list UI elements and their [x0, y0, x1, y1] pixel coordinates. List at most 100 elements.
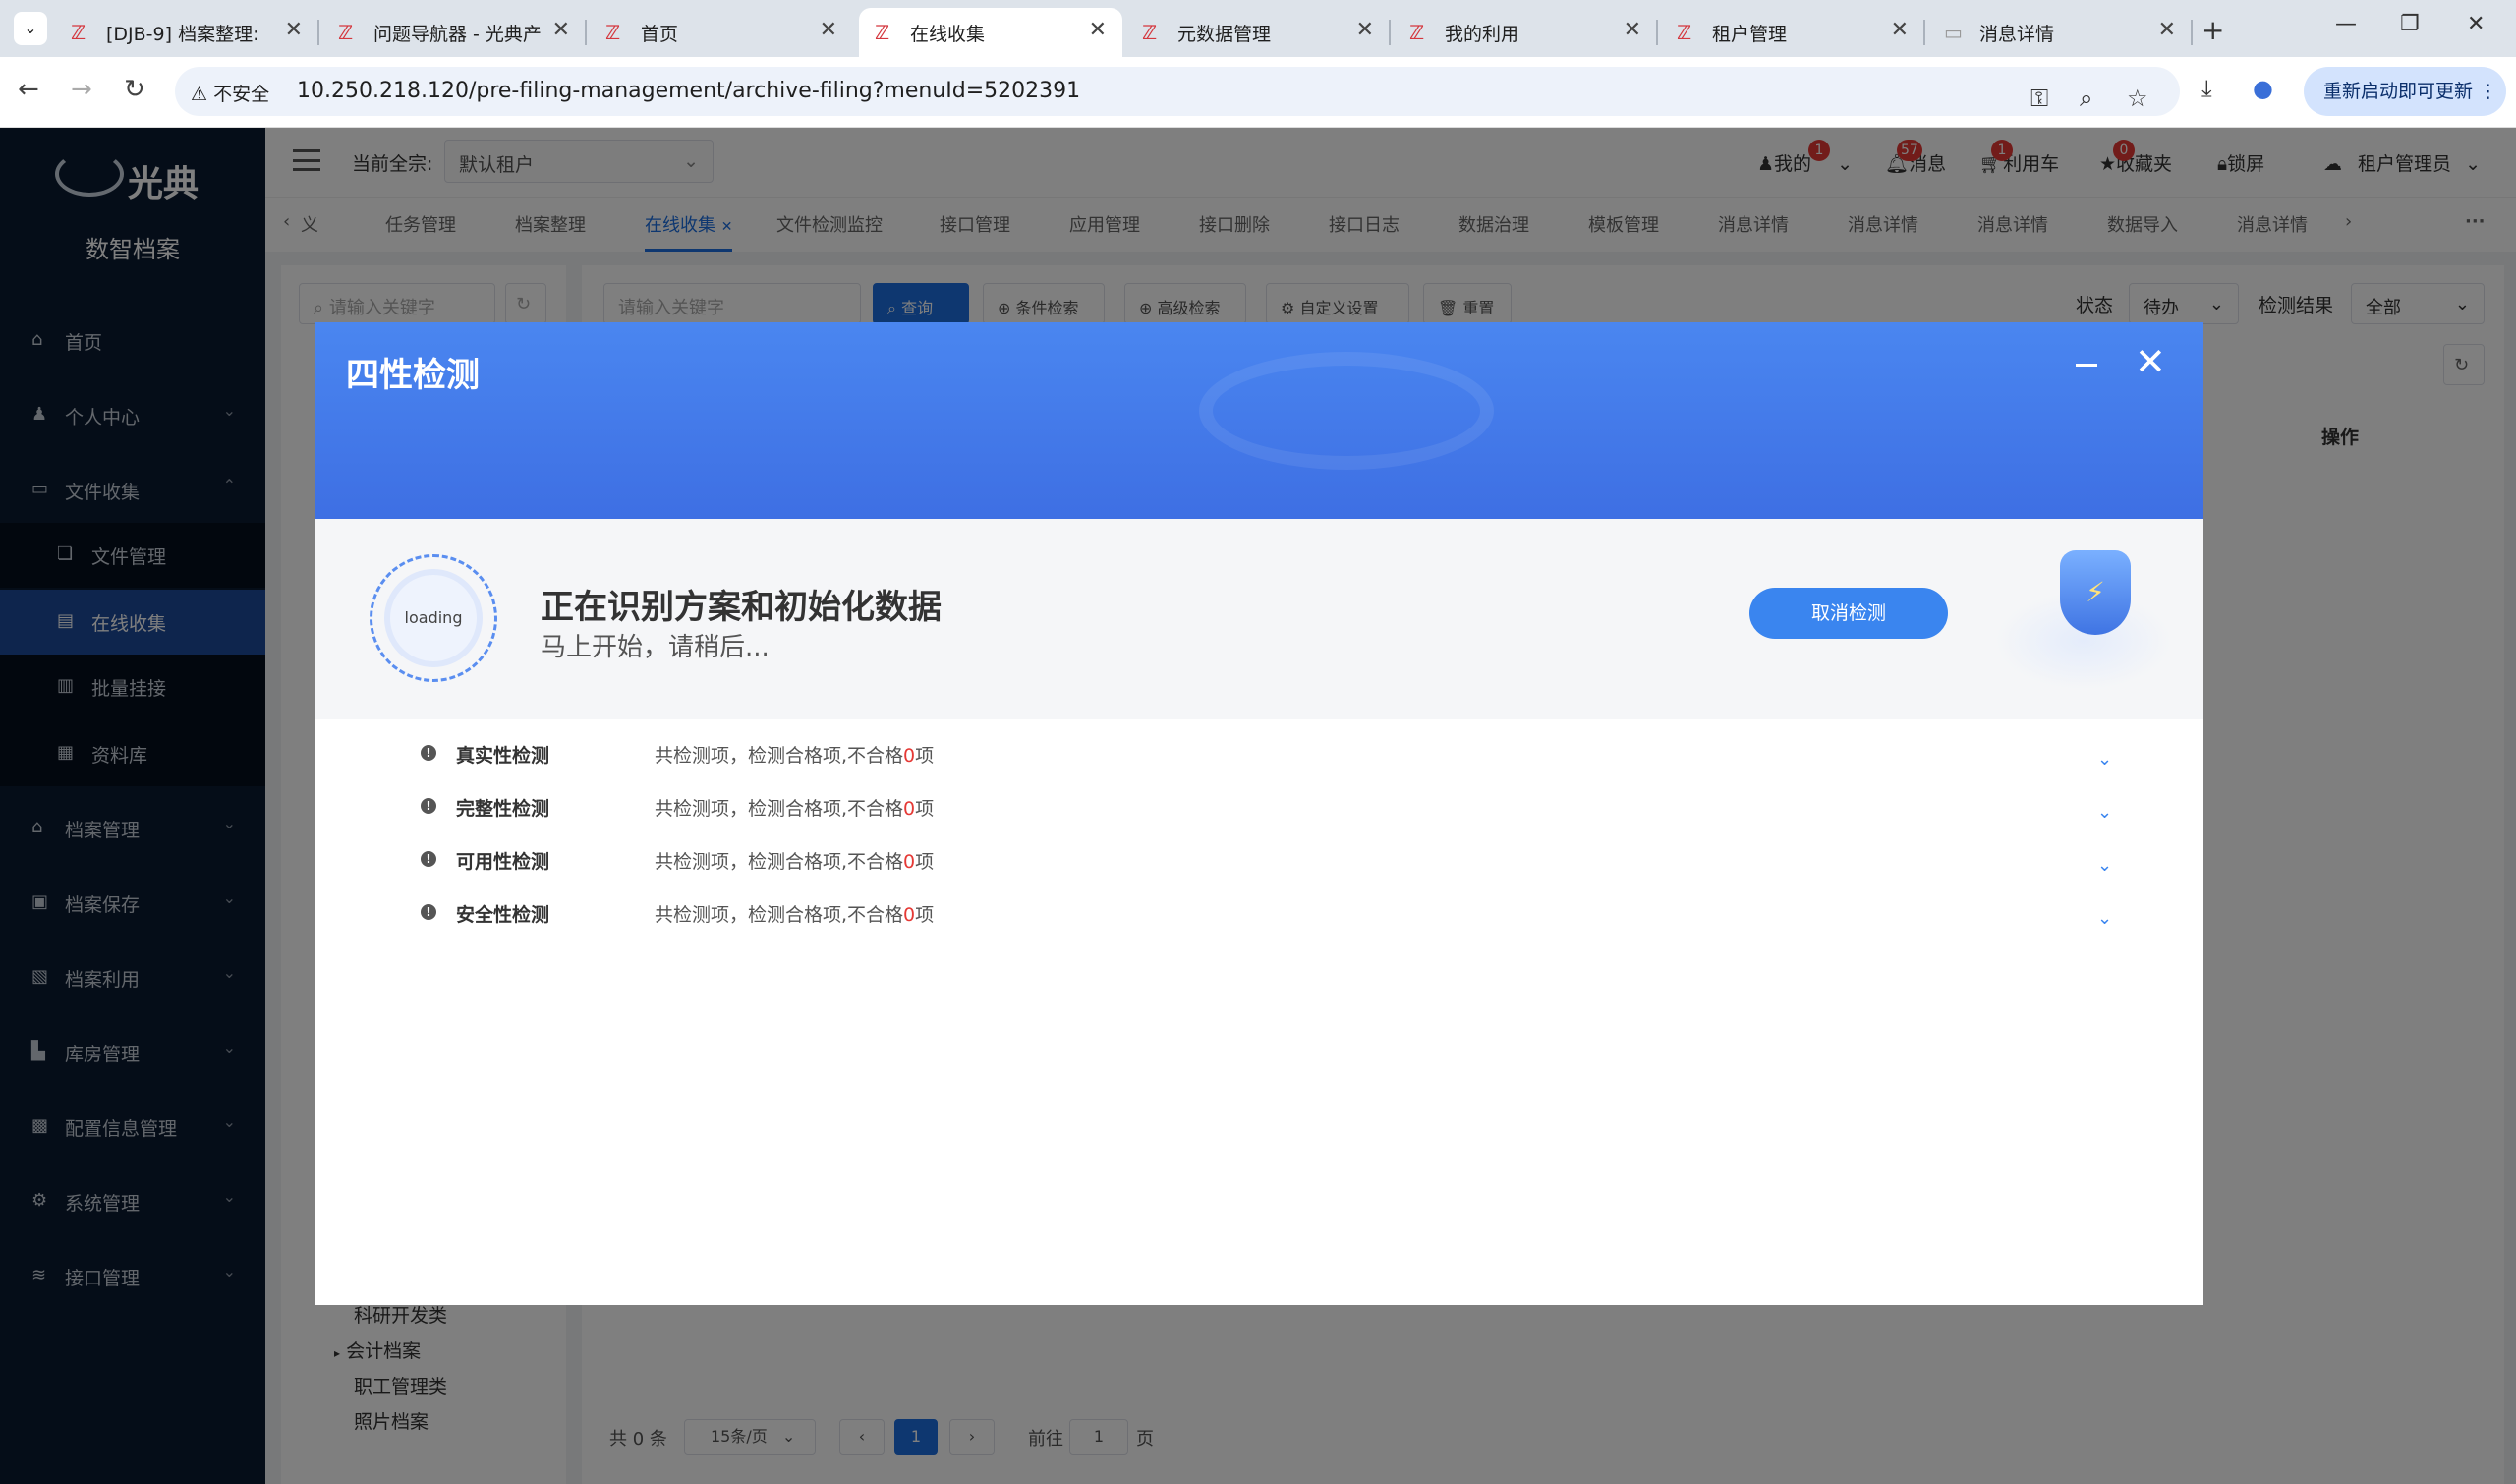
chevron-down-icon[interactable]: ⌄: [2097, 749, 2112, 770]
check-summary: 共检测项，检测合格项,不合格0项: [655, 847, 934, 874]
browser-tab-strip: ⌄ ℤ [DJB-9] 档案整理: ✕ ℤ 问题导航器 - 光典产 ✕ ℤ 首页…: [0, 0, 2516, 57]
loading-spinner: loading: [370, 554, 497, 682]
shield-icon: ⚡: [2060, 550, 2131, 635]
password-key-icon[interactable]: ⚿: [2030, 85, 2048, 112]
tab-divider: [2191, 20, 2193, 45]
fail-count: 0: [903, 798, 916, 820]
minimize-icon[interactable]: [2076, 364, 2097, 367]
site-favicon-icon: ℤ: [1142, 21, 1158, 44]
dialog-header: 四性检测 ✕: [314, 322, 2203, 519]
tab-divider: [317, 20, 319, 45]
bookmark-star-icon[interactable]: ☆: [2127, 85, 2148, 112]
profile-avatar-icon[interactable]: ●: [2253, 75, 2273, 102]
check-summary-text: 共检测项，检测合格项,不合格: [655, 851, 904, 873]
tab-close-icon[interactable]: ✕: [1089, 18, 1107, 42]
tab-divider: [1923, 20, 1925, 45]
forward-arrow-icon[interactable]: →: [71, 75, 92, 104]
check-name: 真实性检测: [456, 745, 550, 767]
back-arrow-icon[interactable]: ←: [18, 75, 39, 104]
check-status-banner: loading 正在识别方案和初始化数据 马上开始，请稍后... 取消检测 ⚡: [314, 519, 2203, 719]
header-decoration: [1199, 352, 1494, 470]
address-bar[interactable]: ⚠ 不安全 10.250.218.120/pre-filing-manageme…: [175, 67, 2180, 116]
tab-close-icon[interactable]: ✕: [552, 18, 570, 42]
check-summary-text: 共检测项，检测合格项,不合格: [655, 745, 904, 767]
browser-tab[interactable]: ℤ 租户管理 ✕: [1661, 8, 1925, 57]
close-icon[interactable]: ✕: [2135, 340, 2166, 383]
cancel-check-button[interactable]: 取消检测: [1749, 588, 1948, 639]
tab-divider: [585, 20, 587, 45]
restore-window-icon[interactable]: ❐: [2400, 12, 2420, 36]
chevron-down-icon[interactable]: ⌄: [2097, 802, 2112, 823]
check-name: 完整性检测: [456, 798, 550, 820]
zoom-icon[interactable]: ⌕: [2080, 85, 2092, 112]
tab-title: [DJB-9] 档案整理:: [106, 24, 259, 45]
check-summary-unit: 项: [915, 745, 935, 767]
fail-count: 0: [903, 851, 916, 873]
check-summary-unit: 项: [915, 904, 935, 926]
tab-divider: [1656, 20, 1658, 45]
status-subtitle: 马上开始，请稍后...: [541, 633, 770, 662]
shield-illustration: ⚡: [1985, 533, 2182, 710]
check-summary-text: 共检测项，检测合格项,不合格: [655, 798, 904, 820]
site-favicon-icon: ℤ: [1409, 21, 1425, 44]
info-icon: !: [421, 904, 436, 920]
tab-title: 首页: [641, 24, 679, 45]
minimize-window-icon[interactable]: —: [2335, 12, 2357, 36]
check-name: 安全性检测: [456, 904, 550, 926]
browser-tab[interactable]: ℤ 首页 ✕: [590, 8, 853, 57]
tab-close-icon[interactable]: ✕: [1891, 18, 1909, 42]
restart-to-update-button[interactable]: 重新启动即可更新 ⋮: [2304, 67, 2506, 116]
tab-close-icon[interactable]: ✕: [285, 18, 303, 42]
tab-close-icon[interactable]: ✕: [1356, 18, 1374, 42]
check-row-security[interactable]: ! 安全性检测 共检测项，检测合格项,不合格0项 ⌄: [314, 886, 2203, 940]
check-row-usability[interactable]: ! 可用性检测 共检测项，检测合格项,不合格0项 ⌄: [314, 833, 2203, 886]
download-icon[interactable]: ⤓: [2202, 75, 2212, 102]
tab-title: 租户管理: [1712, 24, 1788, 45]
check-summary-unit: 项: [915, 851, 935, 873]
site-favicon-icon: ▭: [1944, 21, 1963, 44]
status-title: 正在识别方案和初始化数据: [541, 588, 942, 627]
close-window-icon[interactable]: ✕: [2467, 12, 2485, 36]
site-favicon-icon: ℤ: [1677, 21, 1692, 44]
insecure-indicator[interactable]: ⚠ 不安全: [191, 80, 269, 106]
check-summary: 共检测项，检测合格项,不合格0项: [655, 794, 934, 821]
url-text[interactable]: 10.250.218.120/pre-filing-management/arc…: [297, 79, 1080, 103]
chevron-down-icon[interactable]: ⌄: [2097, 908, 2112, 929]
check-row-authenticity[interactable]: ! 真实性检测 共检测项，检测合格项,不合格0项 ⌄: [314, 727, 2203, 780]
tab-close-icon[interactable]: ✕: [1624, 18, 1641, 42]
browser-tab[interactable]: ℤ 我的利用 ✕: [1394, 8, 1658, 57]
browser-tab[interactable]: ℤ 问题导航器 - 光典产 ✕: [322, 8, 587, 57]
tab-divider: [1389, 20, 1391, 45]
check-row-integrity[interactable]: ! 完整性检测 共检测项，检测合格项,不合格0项 ⌄: [314, 780, 2203, 833]
four-property-check-dialog: 四性检测 ✕ loading 正在识别方案和初始化数据 马上开始，请稍后... …: [314, 322, 2203, 1305]
browser-toolbar: ← → ↻ ⚠ 不安全 10.250.218.120/pre-filing-ma…: [0, 57, 2516, 128]
browser-tab[interactable]: ℤ [DJB-9] 档案整理: ✕: [55, 8, 319, 57]
tab-close-icon[interactable]: ✕: [2158, 18, 2176, 42]
browser-tab[interactable]: ▭ 消息详情 ✕: [1928, 8, 2193, 57]
tab-title: 消息详情: [1979, 24, 2055, 45]
site-favicon-icon: ℤ: [338, 21, 354, 44]
check-summary-text: 共检测项，检测合格项,不合格: [655, 904, 904, 926]
check-summary: 共检测项，检测合格项,不合格0项: [655, 741, 934, 768]
tab-search-button[interactable]: ⌄: [14, 12, 47, 45]
fail-count: 0: [903, 745, 916, 767]
browser-tab[interactable]: ℤ 元数据管理 ✕: [1126, 8, 1391, 57]
tab-close-icon[interactable]: ✕: [820, 18, 837, 42]
browser-tab-active[interactable]: ℤ 在线收集 ✕: [859, 8, 1122, 57]
check-summary-unit: 项: [915, 798, 935, 820]
dialog-title: 四性检测: [346, 356, 480, 395]
insecure-label: 不安全: [213, 84, 270, 105]
fail-count: 0: [903, 904, 916, 926]
chevron-down-icon[interactable]: ⌄: [2097, 855, 2112, 876]
site-favicon-icon: ℤ: [605, 21, 621, 44]
info-icon: !: [421, 745, 436, 761]
warning-icon: ⚠: [191, 84, 208, 105]
new-tab-icon[interactable]: +: [2202, 14, 2224, 46]
update-button-label: 重新启动即可更新: [2323, 81, 2474, 102]
info-icon: !: [421, 851, 436, 867]
tab-title: 在线收集: [910, 24, 986, 45]
reload-icon[interactable]: ↻: [124, 75, 145, 104]
tab-title: 问题导航器 - 光典产: [373, 24, 541, 45]
site-favicon-icon: ℤ: [875, 21, 890, 44]
site-favicon-icon: ℤ: [71, 21, 86, 44]
